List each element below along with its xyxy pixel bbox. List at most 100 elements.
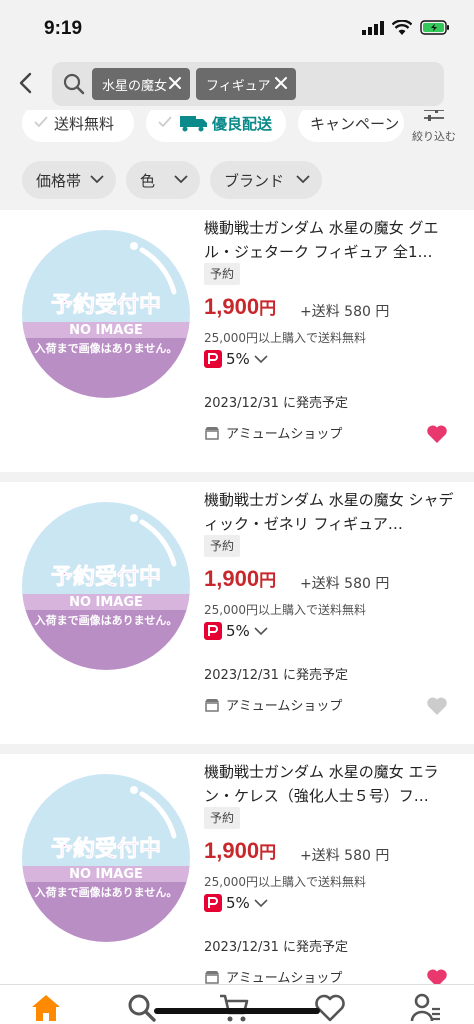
search-icon bbox=[128, 994, 156, 1022]
points-rate: 5% bbox=[226, 622, 250, 640]
svg-text:入荷まで画像はありません。: 入荷まで画像はありません。 bbox=[35, 341, 178, 355]
product-card[interactable]: 予約受付中 NO IMAGE 入荷まで画像はありません。 機動戦士ガンダム 水星… bbox=[0, 754, 474, 984]
campaign-filter[interactable]: キャンペーン bbox=[298, 110, 404, 142]
product-title[interactable]: 機動戦士ガンダム 水星の魔女 グエル・ジェターク フィギュア 全1… bbox=[204, 216, 454, 264]
search-input[interactable]: 水星の魔女 フィギュア bbox=[52, 62, 444, 106]
chevron-down-icon bbox=[254, 899, 268, 908]
search-chip[interactable]: 水星の魔女 bbox=[92, 68, 190, 100]
chevron-left-icon bbox=[19, 72, 32, 94]
home-icon bbox=[32, 995, 60, 1021]
dropdown-filter-row: 価格帯 色 ブランド bbox=[0, 152, 474, 210]
release-date: 2023/12/31 に発売予定 bbox=[204, 396, 349, 411]
product-price: 1,900円 bbox=[204, 294, 277, 319]
refine-label: 絞り込む bbox=[412, 130, 456, 143]
search-chip-label: 水星の魔女 bbox=[102, 78, 168, 94]
dropdown-label: 価格帯 bbox=[36, 171, 82, 190]
shipping-fee: +送料 580 円 bbox=[300, 576, 390, 592]
shop-link[interactable]: アミュームショップ bbox=[204, 695, 342, 714]
svg-text:予約受付中: 予約受付中 bbox=[51, 292, 161, 318]
product-thumbnail: 予約受付中 NO IMAGE 入荷まで画像はありません。 bbox=[22, 502, 190, 670]
search-chip[interactable]: フィギュア bbox=[196, 68, 296, 100]
tab-account[interactable] bbox=[410, 993, 444, 1024]
product-title[interactable]: 機動戦士ガンダム 水星の魔女 シャディック・ゼネリ フィギュア… bbox=[204, 488, 454, 536]
points-rate: 5% bbox=[226, 350, 250, 368]
quick-filter-row: 送料無料 優良配送 キャンペーン 絞り込む bbox=[0, 110, 474, 152]
svg-text:予約受付中: 予約受付中 bbox=[51, 564, 161, 590]
svg-text:NO IMAGE: NO IMAGE bbox=[69, 323, 143, 338]
search-icon bbox=[63, 73, 85, 95]
battery-icon bbox=[420, 20, 449, 35]
store-icon bbox=[205, 970, 219, 984]
status-bar: 9:19 bbox=[0, 0, 474, 56]
check-icon bbox=[158, 116, 172, 128]
filter-label: 優良配送 bbox=[212, 114, 273, 133]
svg-text:入荷まで画像はありません。: 入荷まで画像はありません。 bbox=[35, 885, 178, 899]
release-date: 2023/12/31 に発売予定 bbox=[204, 940, 349, 955]
filter-label: キャンペーン bbox=[310, 114, 400, 133]
paypay-points[interactable]: 5% bbox=[204, 350, 268, 368]
refine-button[interactable]: 絞り込む bbox=[408, 110, 460, 146]
shop-name: アミュームショップ bbox=[226, 427, 343, 442]
chevron-down-icon bbox=[90, 175, 104, 184]
product-title[interactable]: 機動戦士ガンダム 水星の魔女 エラン・ケレス（強化人士５号）フ… bbox=[204, 760, 454, 808]
free-shipping-note: 25,000円以上購入で送料無料 bbox=[204, 875, 366, 889]
product-price: 1,900円 bbox=[204, 566, 277, 591]
sliders-icon bbox=[424, 110, 444, 121]
points-rate: 5% bbox=[226, 894, 250, 912]
paypay-icon bbox=[204, 894, 222, 912]
bottom-tab-bar bbox=[0, 984, 474, 1024]
product-card[interactable]: 予約受付中 NO IMAGE 入荷まで画像はありません。 機動戦士ガンダム 水星… bbox=[0, 482, 474, 744]
preorder-badge: 予約 bbox=[204, 263, 241, 285]
product-card[interactable]: 予約受付中 NO IMAGE 入荷まで画像はありません。 機動戦士ガンダム 水星… bbox=[0, 210, 474, 472]
chevron-down-icon bbox=[254, 355, 268, 364]
back-button[interactable] bbox=[14, 70, 40, 96]
product-price: 1,900円 bbox=[204, 838, 277, 863]
product-thumbnail: 予約受付中 NO IMAGE 入荷まで画像はありません。 bbox=[22, 230, 190, 398]
paypay-points[interactable]: 5% bbox=[204, 622, 268, 640]
close-icon[interactable] bbox=[274, 76, 288, 90]
svg-text:NO IMAGE: NO IMAGE bbox=[69, 595, 143, 610]
paypay-points[interactable]: 5% bbox=[204, 894, 268, 912]
shop-link[interactable]: アミュームショップ bbox=[204, 423, 342, 442]
svg-text:NO IMAGE: NO IMAGE bbox=[69, 867, 143, 882]
tab-home[interactable] bbox=[30, 993, 64, 1024]
free-shipping-note: 25,000円以上購入で送料無料 bbox=[204, 331, 366, 345]
shipping-fee: +送料 580 円 bbox=[300, 848, 390, 864]
chevron-down-icon bbox=[174, 175, 188, 184]
status-time: 9:19 bbox=[44, 18, 83, 39]
good-delivery-filter[interactable]: 優良配送 bbox=[146, 110, 286, 142]
brand-dropdown[interactable]: ブランド bbox=[210, 161, 322, 199]
favorite-heart-icon[interactable] bbox=[426, 696, 448, 716]
store-icon bbox=[205, 426, 219, 440]
search-header: 水星の魔女 フィギュア bbox=[0, 56, 474, 110]
shop-name: アミュームショップ bbox=[226, 699, 343, 714]
release-date: 2023/12/31 に発売予定 bbox=[204, 668, 349, 683]
preorder-badge: 予約 bbox=[204, 807, 241, 829]
signal-icon bbox=[362, 20, 384, 35]
search-chip-label: フィギュア bbox=[206, 78, 271, 94]
free-shipping-note: 25,000円以上購入で送料無料 bbox=[204, 603, 366, 617]
svg-text:予約受付中: 予約受付中 bbox=[51, 836, 161, 862]
preorder-badge: 予約 bbox=[204, 535, 241, 557]
home-indicator bbox=[154, 1008, 320, 1014]
product-thumbnail: 予約受付中 NO IMAGE 入荷まで画像はありません。 bbox=[22, 774, 190, 942]
filter-label: 送料無料 bbox=[54, 114, 115, 133]
chevron-down-icon bbox=[254, 627, 268, 636]
shop-link[interactable]: アミュームショップ bbox=[204, 967, 342, 984]
dropdown-label: ブランド bbox=[224, 171, 285, 190]
status-icons bbox=[362, 20, 450, 35]
price-range-dropdown[interactable]: 価格帯 bbox=[22, 161, 116, 199]
dropdown-label: 色 bbox=[140, 171, 156, 190]
free-shipping-filter[interactable]: 送料無料 bbox=[22, 110, 134, 142]
shipping-fee: +送料 580 円 bbox=[300, 304, 390, 320]
shop-name: アミュームショップ bbox=[226, 971, 343, 984]
truck-icon bbox=[180, 116, 207, 132]
paypay-icon bbox=[204, 622, 222, 640]
check-icon bbox=[34, 116, 48, 128]
favorite-heart-icon[interactable] bbox=[426, 424, 448, 444]
favorite-heart-icon[interactable] bbox=[426, 968, 448, 984]
color-dropdown[interactable]: 色 bbox=[126, 161, 200, 199]
chevron-down-icon bbox=[296, 175, 310, 184]
close-icon[interactable] bbox=[168, 76, 182, 90]
account-icon bbox=[410, 993, 440, 1022]
